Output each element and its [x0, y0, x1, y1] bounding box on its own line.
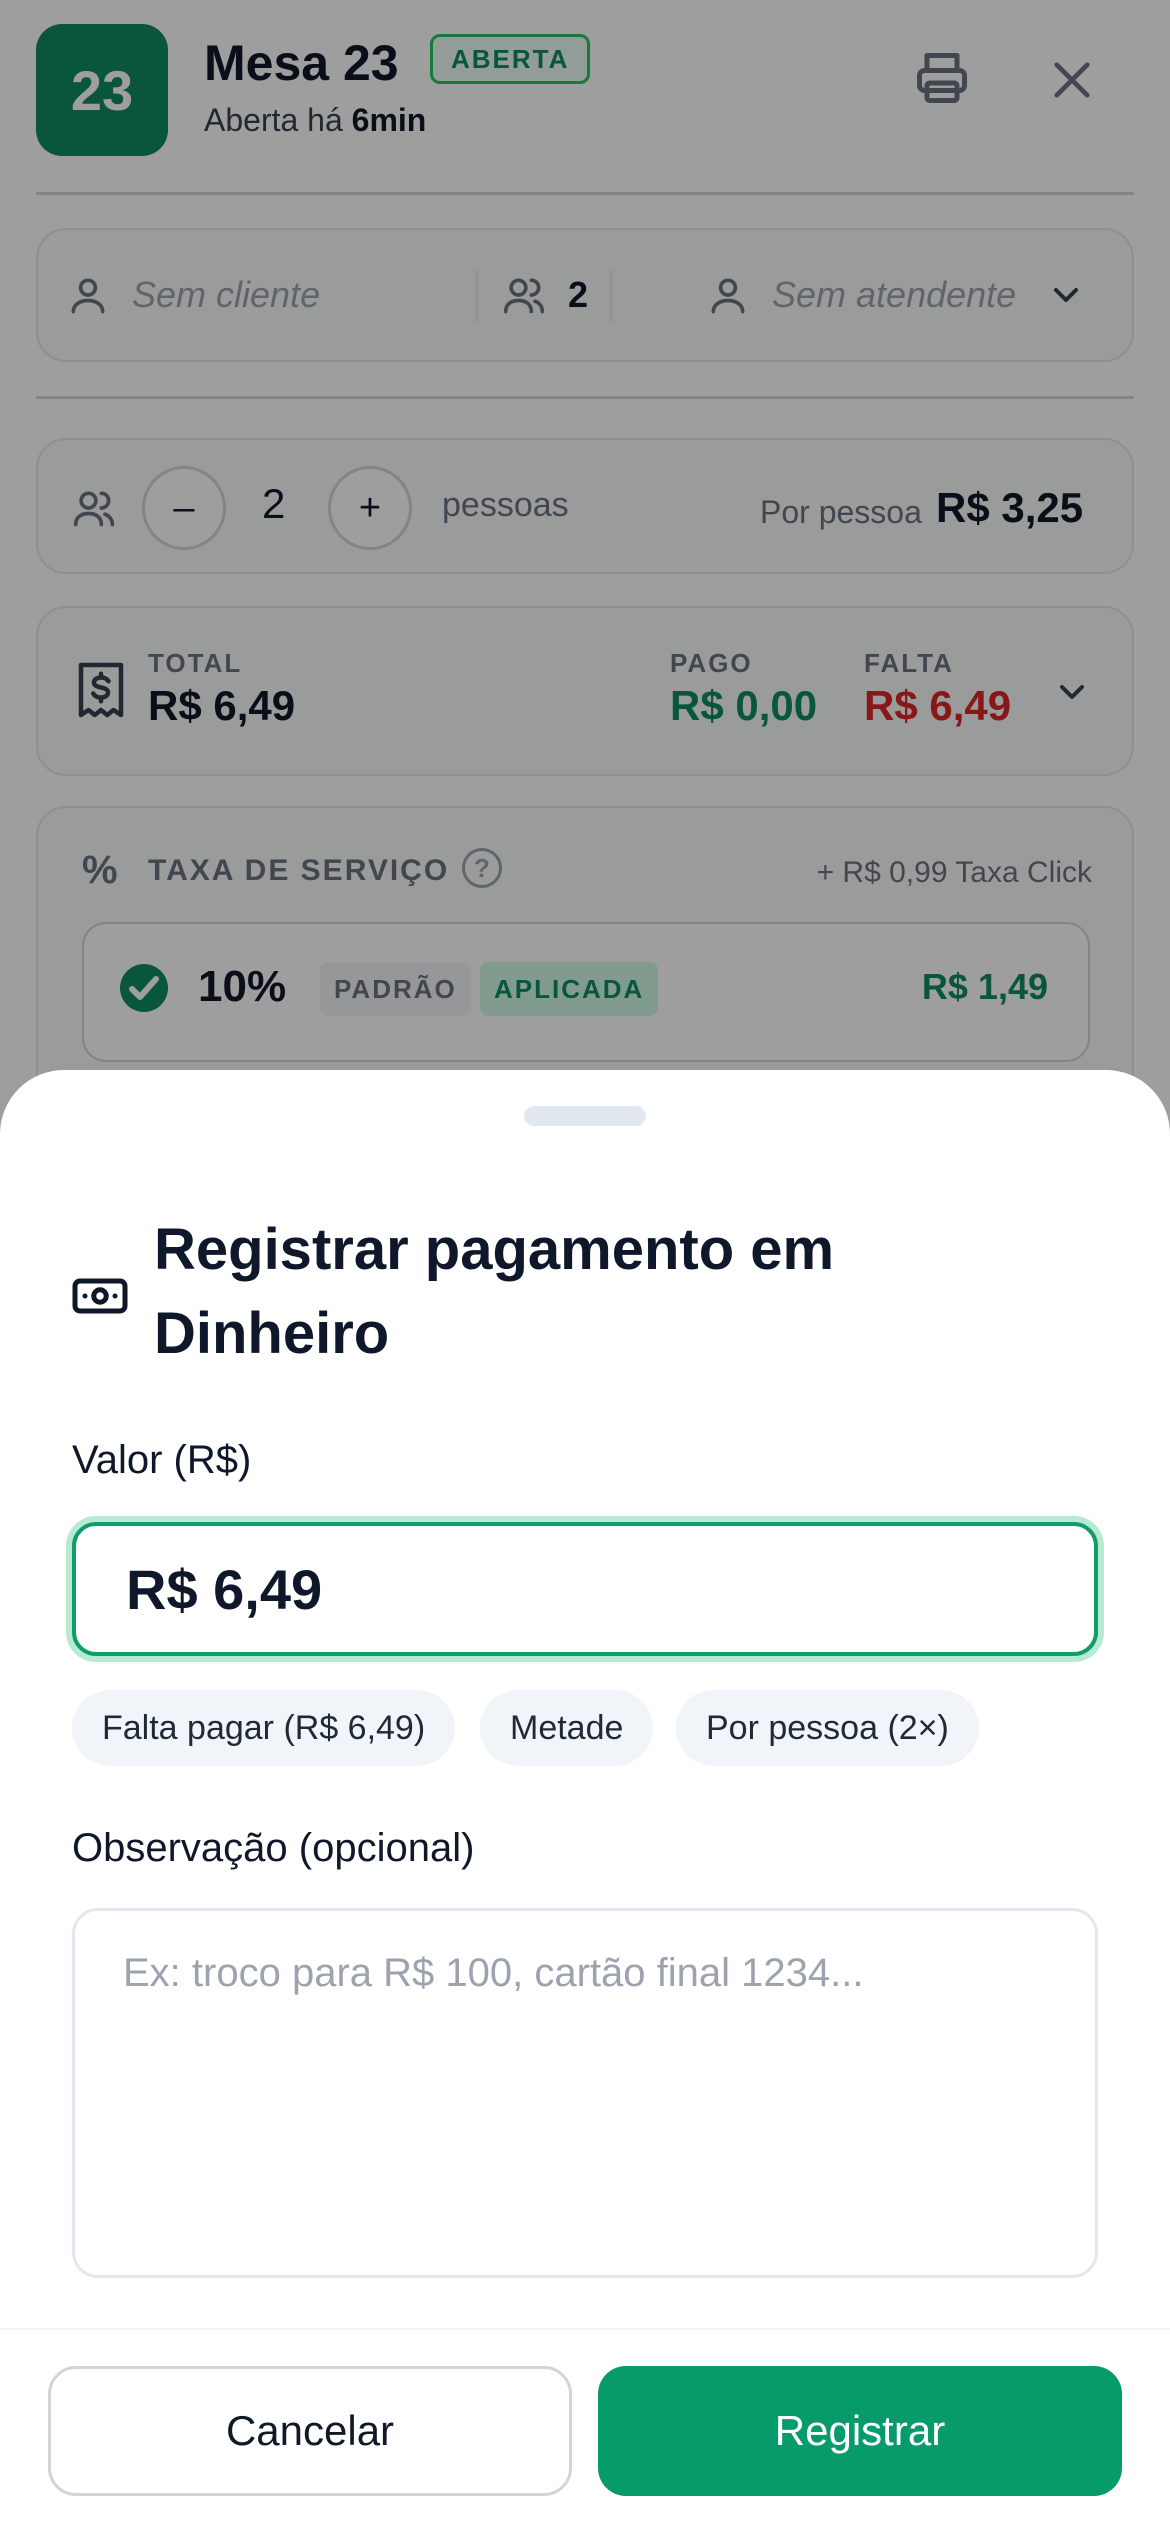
amount-input[interactable]	[72, 1522, 1098, 1656]
quick-amount-remaining[interactable]: Falta pagar (R$ 6,49)	[72, 1690, 456, 1766]
sheet-drag-handle[interactable]	[524, 1106, 646, 1126]
note-field[interactable]	[72, 1908, 1098, 2278]
quick-amount-per-person[interactable]: Por pessoa (2×)	[676, 1690, 979, 1766]
cash-icon	[72, 1278, 128, 1314]
payment-sheet: Registrar pagamento em Dinheiro Valor (R…	[0, 1070, 1170, 2532]
footer-divider	[0, 2328, 1170, 2330]
amount-label: Valor (R$)	[72, 1438, 252, 1482]
cancel-button[interactable]: Cancelar	[48, 2366, 572, 2496]
note-label: Observação (opcional)	[72, 1826, 475, 1870]
sheet-title: Registrar pagamento em Dinheiro	[154, 1217, 835, 1366]
quick-amount-half[interactable]: Metade	[480, 1690, 654, 1766]
register-button[interactable]: Registrar	[598, 2366, 1122, 2496]
